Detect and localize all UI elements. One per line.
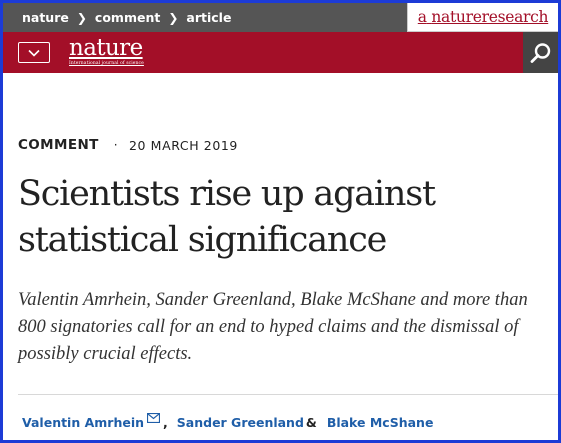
divider (18, 394, 558, 395)
chevron-down-icon (28, 49, 40, 57)
top-bar: nature ❯ comment ❯ article a natureresea… (3, 3, 558, 32)
menu-button[interactable] (18, 42, 50, 63)
site-header: nature International journal of science (3, 32, 558, 73)
search-button[interactable] (523, 32, 558, 73)
breadcrumb-nature[interactable]: nature (22, 10, 69, 25)
article-standfirst: Valentin Amrhein, Sander Greenland, Blak… (18, 290, 528, 364)
author-link-mcshane[interactable]: Blake McShane (327, 415, 434, 430)
author-separator: , (163, 415, 168, 430)
author-list: Valentin Amrhein , Sander Greenland & Bl… (22, 412, 434, 430)
author-separator: & (305, 415, 317, 430)
mail-icon[interactable] (146, 411, 161, 426)
article-meta: COMMENT · 20 MARCH 2019 (18, 137, 238, 153)
nature-logo[interactable]: nature International journal of science (69, 36, 144, 67)
meta-separator: · (113, 138, 118, 152)
chevron-right-icon: ❯ (76, 10, 87, 25)
breadcrumb: nature ❯ comment ❯ article (3, 3, 231, 32)
author-link-amrhein[interactable]: Valentin Amrhein (22, 415, 144, 430)
brand-prefix: a (417, 8, 427, 26)
page-frame: nature ❯ comment ❯ article a natureresea… (3, 3, 558, 440)
chevron-right-icon: ❯ (168, 10, 179, 25)
breadcrumb-article: article (186, 10, 232, 25)
logo-wordmark: nature (69, 35, 143, 61)
search-icon (530, 42, 550, 63)
author-link-greenland[interactable]: Sander Greenland (177, 415, 304, 430)
article-type: COMMENT (18, 137, 99, 153)
article-title: Scientists rise up against statistical s… (18, 174, 436, 260)
breadcrumb-comment[interactable]: comment (95, 10, 160, 25)
natureresearch-link[interactable]: a natureresearch (407, 3, 558, 32)
brand-name: natureresearch (431, 8, 549, 26)
logo-tagline: International journal of science (69, 61, 144, 66)
article-date: 20 MARCH 2019 (129, 137, 238, 153)
